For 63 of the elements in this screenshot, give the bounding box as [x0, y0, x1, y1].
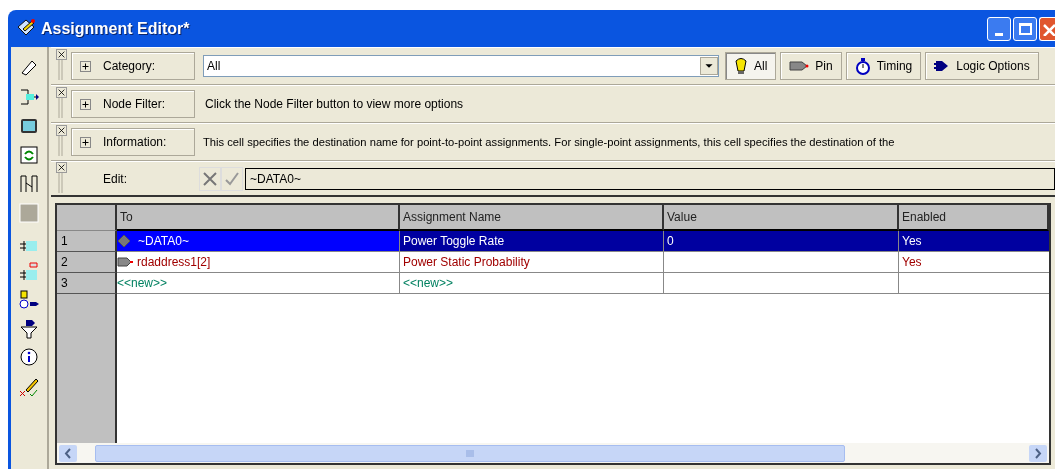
table-cell[interactable]: ~DATA0~ [117, 231, 400, 252]
filter-icon[interactable] [18, 318, 40, 340]
maximize-button[interactable] [1013, 16, 1037, 41]
filter-button[interactable]: Timing [845, 52, 922, 80]
column-header[interactable]: Assignment Name [400, 205, 664, 231]
table-cell[interactable]: Power Static Probability [400, 252, 664, 273]
grip-icon[interactable] [58, 98, 64, 118]
table-cell[interactable]: <<new>> [117, 273, 400, 294]
edit-field[interactable]: ~DATA0~ [245, 167, 1055, 190]
horizontal-scrollbar[interactable] [57, 443, 1049, 463]
table-cell[interactable] [664, 273, 899, 294]
expand-icon[interactable] [80, 136, 91, 148]
close-icon[interactable] [55, 87, 67, 98]
scroll-left-icon[interactable] [59, 444, 77, 462]
filter-button[interactable]: Pin [780, 52, 842, 80]
table-cell[interactable]: 0 [664, 231, 899, 252]
categories-icon[interactable] [18, 289, 40, 311]
close-icon[interactable] [55, 49, 67, 60]
information-text: This cell specifies the destination name for point-to-point assignments. For single-point assignments, this cell specifies the destination of the [203, 134, 895, 150]
edit-label: Edit: [103, 170, 128, 188]
scroll-right-icon[interactable] [1029, 444, 1047, 462]
category-dropdown[interactable]: All [203, 55, 719, 77]
row-number[interactable]: 3 [57, 273, 117, 294]
grip-icon[interactable] [58, 60, 64, 80]
category-button[interactable]: Category: [71, 52, 195, 80]
grip-icon[interactable] [58, 136, 64, 156]
table-cell[interactable]: <<new>> [400, 273, 664, 294]
stopwatch-icon [854, 57, 871, 75]
information-button[interactable]: Information: [71, 128, 195, 156]
unknown-node-icon [117, 234, 131, 248]
pin-map-icon[interactable] [18, 173, 40, 195]
pencil-icon[interactable] [18, 376, 40, 398]
close-icon[interactable] [55, 125, 67, 136]
expand-icon[interactable] [80, 98, 91, 110]
scroll-thumb[interactable] [95, 444, 845, 462]
bulb-icon [734, 57, 748, 75]
node-edit-icon[interactable] [18, 260, 40, 282]
close-icon[interactable] [55, 161, 67, 173]
table-cell[interactable]: Power Toggle Rate [400, 231, 664, 252]
column-header[interactable]: Value [664, 205, 899, 231]
node-arrow-icon[interactable] [18, 86, 40, 108]
pin-icon [789, 60, 810, 72]
info-icon[interactable] [18, 347, 40, 369]
cancel-icon[interactable] [199, 166, 221, 191]
expand-icon[interactable] [80, 60, 91, 72]
row-number[interactable]: 1 [57, 231, 117, 252]
minimize-button[interactable] [987, 16, 1011, 41]
table-cell[interactable] [664, 252, 899, 273]
table-cell[interactable]: Yes [899, 231, 1049, 252]
filter-button[interactable]: All [725, 52, 777, 80]
column-header[interactable]: To [117, 205, 400, 231]
grip-icon[interactable] [58, 172, 64, 193]
node-filter-text: Click the Node Filter button to view more options [205, 96, 464, 113]
close-button[interactable] [1039, 16, 1055, 41]
node-filter-button[interactable]: Node Filter: [71, 90, 195, 118]
window-title: Assignment Editor* [41, 18, 190, 39]
column-header[interactable]: Enabled [899, 205, 1049, 231]
table-cell[interactable]: rdaddress1[2] [117, 252, 400, 273]
check-icon[interactable] [221, 166, 243, 191]
pin-icon [117, 256, 133, 268]
row-number[interactable]: 2 [57, 252, 117, 273]
filter-button[interactable]: Logic Options [925, 52, 1039, 80]
refresh-icon[interactable] [18, 144, 40, 166]
